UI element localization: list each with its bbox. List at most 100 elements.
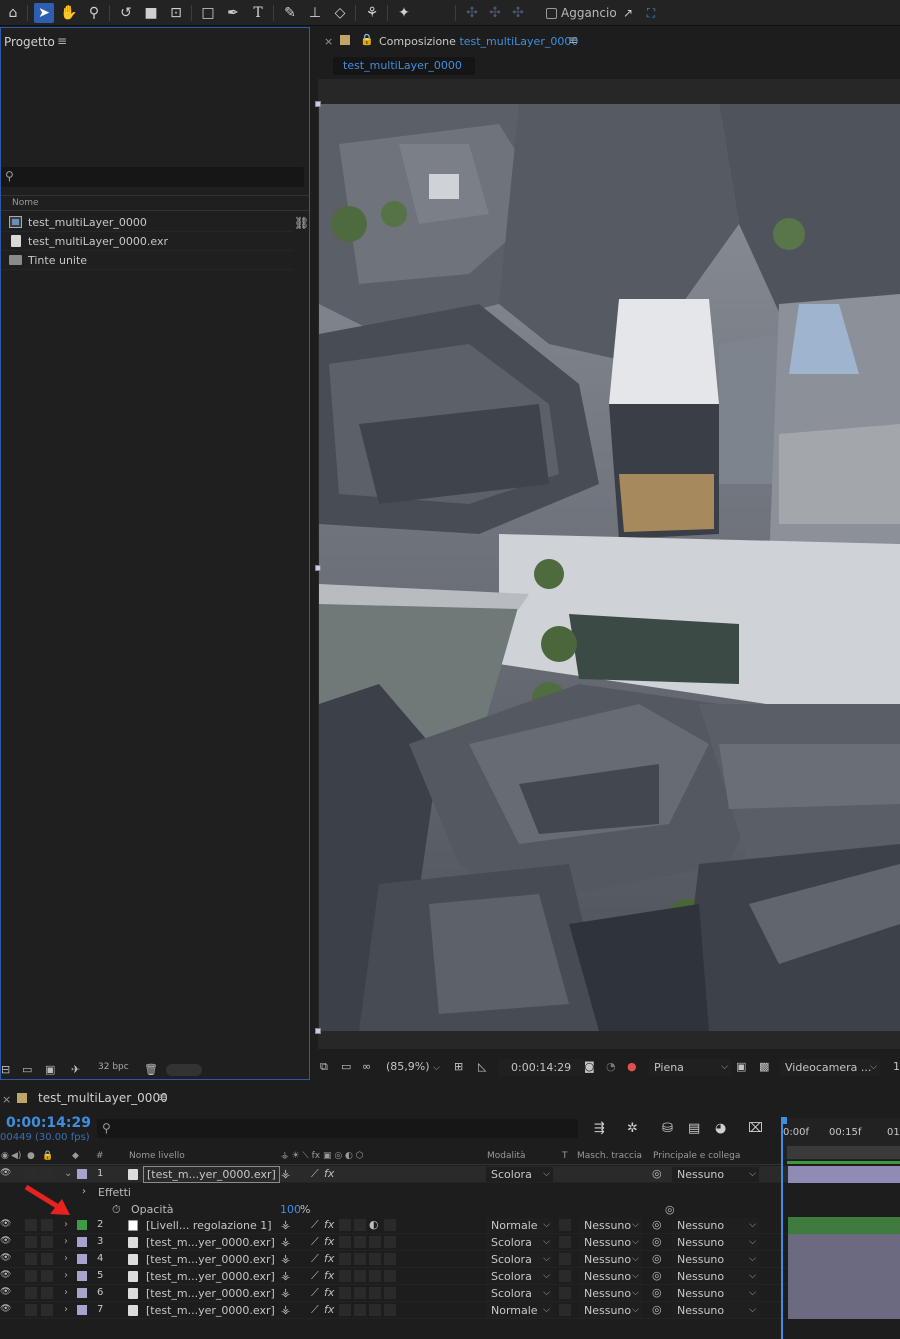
shy-icon[interactable]: ⚶ [281,1269,290,1282]
motion-blur-icon[interactable]: ◕ [715,1121,726,1136]
layer-duration-bar[interactable] [788,1302,900,1319]
frame-blend-switch[interactable] [339,1168,351,1180]
lock-switch[interactable] [41,1236,53,1248]
frame-blending-icon[interactable]: ▤ [688,1121,700,1136]
layer-label-color[interactable] [77,1254,87,1264]
preserve-transparency-switch[interactable] [559,1304,571,1316]
pickwhip-icon[interactable]: ◎ [652,1218,662,1231]
layer-name[interactable]: [test_m...yer_0000.exr] [146,1253,275,1266]
frame-handle[interactable] [315,565,321,571]
hand-tool-icon[interactable]: ✋ [59,3,79,23]
solo-switch[interactable] [25,1168,37,1180]
quality-icon[interactable]: ⟋ [311,1235,319,1249]
fx-icon[interactable]: fx [324,1286,334,1299]
layer-duration-bar[interactable] [788,1251,900,1268]
quality-icon[interactable]: ⟋ [311,1167,319,1181]
snap-checkbox[interactable] [546,8,557,19]
timeline-timecode[interactable]: 0:00:14:29 [6,1115,91,1131]
parent-dropdown[interactable]: Nessuno ⌵ [672,1218,759,1233]
expression-pickwhip-icon[interactable]: ◎ [665,1203,675,1216]
pickwhip-icon[interactable]: ◎ [652,1303,662,1316]
eye-icon[interactable]: 👁 [0,1253,11,1263]
interpret-footage-icon[interactable]: ⊟ [1,1063,10,1076]
puppet-pin-tool-icon[interactable]: ✦ [394,3,414,23]
layer-row[interactable]: 👁 › 7 [test_m...yer_0000.exr] ⚶ ⟋ fx Nor… [0,1302,900,1319]
composition-viewer[interactable] [315,79,900,1049]
layer-name[interactable]: [test_m...yer_0000.exr] [146,1236,275,1249]
lock-switch[interactable] [41,1304,53,1316]
parent-dropdown[interactable]: Nessuno ⌵ [672,1286,759,1301]
adjustment-switch[interactable] [369,1304,381,1316]
timeline-search-input[interactable]: ⚲ [97,1119,578,1138]
project-item[interactable]: test_multiLayer_0000 [1,213,293,232]
layer-duration-bar[interactable] [788,1285,900,1302]
layer-label-color[interactable] [77,1169,87,1179]
snap-toggle[interactable]: Aggancio [546,6,617,20]
new-folder-icon[interactable]: ▭ [22,1063,32,1076]
motion-blur-switch[interactable] [354,1287,366,1299]
frame-blend-switch[interactable] [339,1236,351,1248]
frame-blend-switch[interactable] [339,1287,351,1299]
eye-icon[interactable]: 👁 [0,1287,11,1297]
zoom-tool-icon[interactable]: ⚲ [84,3,104,23]
roto-brush-tool-icon[interactable]: ⚘ [362,3,382,23]
motion-blur-switch[interactable] [354,1304,366,1316]
expand-chevron-icon[interactable]: › [64,1270,68,1281]
solo-switch[interactable] [25,1236,37,1248]
camera-tool-icon[interactable]: ■ [141,3,161,23]
panel-menu-icon[interactable]: ≡ [57,34,67,48]
region-of-interest-icon[interactable]: ▣ [736,1060,746,1073]
fx-icon[interactable]: fx [324,1218,334,1231]
pickwhip-icon[interactable]: ◎ [652,1252,662,1265]
3d-switch[interactable] [384,1253,396,1265]
track-matte-dropdown[interactable]: Nessuno ⌵ [579,1252,642,1267]
layer-label-color[interactable] [77,1271,87,1281]
solo-switch[interactable] [25,1270,37,1282]
shy-icon[interactable]: ⚶ [281,1167,290,1180]
layer-label-color[interactable] [77,1220,87,1230]
quality-icon[interactable]: ⟋ [311,1303,319,1317]
layer-row[interactable]: 👁 › 4 [test_m...yer_0000.exr] ⚶ ⟋ fx Sco… [0,1251,900,1268]
motion-blur-switch[interactable] [354,1219,366,1231]
expand-chevron-icon[interactable]: › [82,1186,86,1197]
expand-chevron-icon[interactable]: › [64,1287,68,1298]
shy-icon[interactable]: ⚶ [281,1286,290,1299]
lock-switch[interactable] [41,1219,53,1231]
motion-blur-switch[interactable] [354,1270,366,1282]
thumbnail-slider[interactable] [166,1064,202,1076]
render-queue-icon[interactable]: ✈ [71,1063,80,1076]
rotate-tool-icon[interactable]: ↺ [116,3,136,23]
3d-switch[interactable] [384,1304,396,1316]
trash-icon[interactable]: 🗑 [144,1063,158,1076]
layer-name[interactable]: [Livell... regolazione 1] [146,1219,272,1232]
preserve-transparency-switch[interactable] [559,1253,571,1265]
parent-dropdown[interactable]: Nessuno ⌵ [672,1167,759,1182]
layer-name[interactable]: [test_m...yer_0000.exr] [146,1304,275,1317]
lock-switch[interactable] [41,1168,53,1180]
frame-blend-switch[interactable] [339,1219,351,1231]
adjustment-layer-switch-icon[interactable]: ◐ [369,1218,379,1231]
adjustment-switch[interactable] [369,1236,381,1248]
eraser-tool-icon[interactable]: ◇ [330,3,350,23]
new-composition-icon[interactable]: ▣ [45,1063,55,1076]
selection-tool-icon[interactable]: ➤ [34,3,54,23]
preserve-transparency-switch[interactable] [559,1168,571,1180]
frame-blend-switch[interactable] [339,1270,351,1282]
mode-dropdown[interactable]: Scolora ⌵ [486,1252,553,1267]
layer-row[interactable]: 👁 › 5 [test_m...yer_0000.exr] ⚶ ⟋ fx Sco… [0,1268,900,1285]
track-matte-dropdown[interactable]: Nessuno ⌵ [579,1303,642,1318]
preserve-transparency-switch[interactable] [559,1236,571,1248]
adjustment-switch[interactable] [369,1253,381,1265]
pan-behind-tool-icon[interactable]: ⊡ [166,3,186,23]
eye-icon[interactable]: 👁 [0,1270,11,1280]
track-matte-dropdown[interactable]: Nessuno ⌵ [579,1235,642,1250]
preserve-transparency-switch[interactable] [559,1270,571,1282]
bit-depth-button[interactable]: 32 bpc [98,1062,129,1072]
flowchart-icon[interactable]: ⛓ [294,216,309,230]
stopwatch-icon[interactable]: ⏱ [112,1203,121,1217]
resolution-dropdown[interactable]: Piena ⌵ [649,1059,731,1076]
opacity-value[interactable]: 100 [280,1203,301,1216]
layer-duration-bar[interactable] [788,1268,900,1285]
layer-label-color[interactable] [77,1305,87,1315]
solo-switch[interactable] [25,1253,37,1265]
